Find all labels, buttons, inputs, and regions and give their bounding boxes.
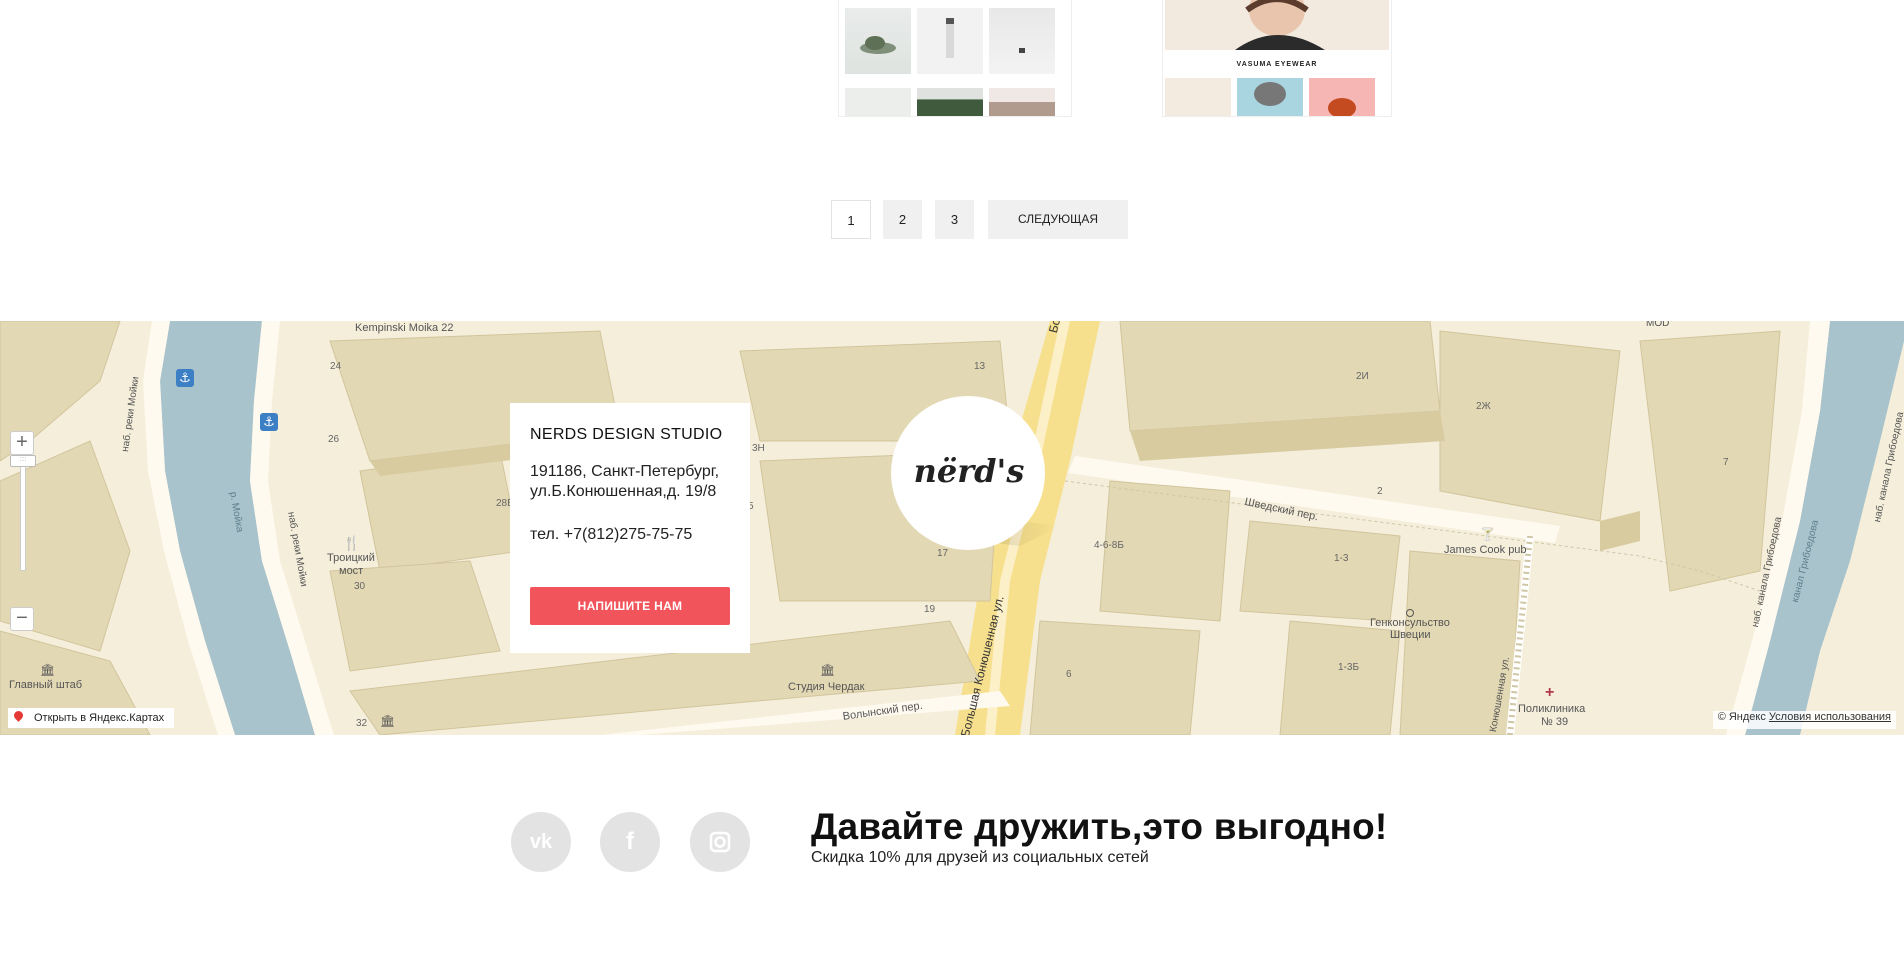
social-promo-subtitle: Скидка 10% для друзей из социальных сете… bbox=[811, 849, 1149, 866]
copyright-text: © Яндекс bbox=[1717, 711, 1766, 723]
model-photo bbox=[1165, 0, 1389, 50]
house-number: 13 bbox=[974, 361, 986, 372]
map-label: Генконсульство bbox=[1370, 617, 1450, 629]
map-label: Поликлиника bbox=[1518, 703, 1586, 715]
portfolio-card-eyewear[interactable]: VASUMA EYEWEAR bbox=[1162, 0, 1392, 117]
map-label: № 39 bbox=[1541, 716, 1569, 728]
portfolio-card-photography[interactable] bbox=[838, 0, 1072, 117]
embassy-icon[interactable] bbox=[1406, 609, 1414, 617]
facebook-button[interactable]: f bbox=[600, 812, 660, 872]
social-promo-title: Давайте дружить,это выгодно! bbox=[811, 806, 1388, 847]
house-number: 26 bbox=[328, 434, 340, 445]
terms-of-use-link[interactable]: Условия использования bbox=[1769, 711, 1891, 723]
map-label: MOD bbox=[1646, 321, 1670, 329]
open-in-yandex-maps-link[interactable]: Открыть в Яндекс.Картах bbox=[8, 708, 175, 728]
house-number: 2И bbox=[1356, 371, 1369, 382]
bar-icon[interactable]: 🍸 bbox=[1480, 527, 1495, 541]
page-3-button[interactable]: 3 bbox=[935, 200, 974, 239]
zoom-slider-handle[interactable]: :::: bbox=[10, 455, 36, 467]
museum-icon[interactable]: 🏛 bbox=[40, 663, 55, 677]
house-number: 2 bbox=[1377, 486, 1383, 497]
gallery-thumb bbox=[989, 8, 1055, 74]
page-1-button[interactable]: 1 bbox=[831, 200, 871, 239]
island-image bbox=[860, 36, 896, 54]
location-map[interactable]: Kempinski Moika 22 MOD наб. реки Мойки н… bbox=[0, 321, 1904, 735]
house-number: 32 bbox=[356, 718, 368, 729]
instagram-icon bbox=[690, 812, 750, 872]
anchor-icon[interactable]: ⚓ bbox=[260, 413, 278, 431]
gallery-thumb bbox=[989, 88, 1055, 116]
gallery-thumb bbox=[1237, 78, 1303, 116]
house-number: 30 bbox=[354, 581, 366, 592]
eyewear-card-title: VASUMA EYEWEAR bbox=[1236, 61, 1318, 68]
facebook-icon: f bbox=[626, 828, 634, 855]
gallery-thumb bbox=[1309, 78, 1375, 116]
map-label: Главный штаб bbox=[9, 679, 83, 691]
map-label: Kempinski Moika 22 bbox=[355, 322, 454, 334]
restaurant-icon[interactable]: 🍴 bbox=[343, 535, 360, 552]
instagram-button[interactable] bbox=[690, 812, 750, 872]
map-label: Студия Чердак bbox=[788, 681, 865, 693]
write-us-button[interactable]: НАПИШИТЕ НАМ bbox=[530, 587, 730, 625]
map-label: Троицкий bbox=[327, 552, 375, 564]
studio-map-marker[interactable]: nërd's bbox=[890, 396, 1060, 576]
nerds-logo: nërd's bbox=[913, 452, 1025, 490]
house-number: 7 bbox=[1723, 457, 1729, 468]
map-label: Швеции bbox=[1390, 629, 1431, 641]
house-number: 3Н bbox=[752, 443, 765, 454]
address-line-2: ул.Б.Конюшенная,д. 19/8 bbox=[530, 483, 717, 500]
gallery-thumb bbox=[1165, 78, 1231, 116]
house-number: 1-3Б bbox=[1338, 662, 1360, 673]
hospital-icon[interactable]: + bbox=[1545, 684, 1554, 702]
page-2-button[interactable]: 2 bbox=[883, 200, 922, 239]
map-label: James Cook pub bbox=[1444, 544, 1527, 556]
gallery-thumb bbox=[917, 8, 983, 74]
house-number: 2Ж bbox=[1476, 401, 1491, 412]
theatre-icon[interactable]: 🏛 bbox=[820, 663, 835, 677]
house-number: 4-6-8Б bbox=[1094, 540, 1124, 551]
house-number: 1-3 bbox=[1334, 553, 1349, 564]
vk-icon: vk bbox=[529, 831, 553, 853]
gallery-thumb bbox=[845, 8, 911, 74]
zoom-slider-track[interactable] bbox=[20, 457, 26, 571]
map-label: мост bbox=[339, 565, 364, 577]
gallery-thumb bbox=[917, 88, 983, 116]
studio-name: NERDS DESIGN STUDIO bbox=[530, 426, 723, 443]
lighthouse-image bbox=[946, 18, 954, 58]
anchor-icon[interactable]: ⚓ bbox=[176, 369, 194, 387]
address-line-1: 191186, Санкт-Петербург, bbox=[530, 463, 720, 480]
zoom-out-button[interactable]: − bbox=[10, 607, 34, 631]
next-page-button[interactable]: СЛЕДУЮЩАЯ bbox=[988, 200, 1128, 239]
house-number: 24 bbox=[330, 361, 342, 372]
museum-icon[interactable]: 🏛 bbox=[380, 714, 395, 728]
gallery-thumb bbox=[845, 88, 911, 116]
open-in-yandex-label: Открыть в Яндекс.Картах bbox=[34, 712, 165, 724]
model-image bbox=[1235, 0, 1325, 50]
house-number: 6 bbox=[1066, 669, 1072, 680]
phone-number: тел. +7(812)275-75-75 bbox=[530, 526, 693, 543]
map-pin-icon bbox=[12, 709, 25, 722]
snow-image bbox=[1019, 48, 1025, 53]
vk-button[interactable]: vk bbox=[511, 812, 571, 872]
zoom-in-button[interactable]: + bbox=[10, 431, 34, 455]
map-copyright: © Яндекс Условия использования bbox=[1712, 711, 1896, 729]
house-number: 19 bbox=[924, 604, 936, 615]
contact-info-card: NERDS DESIGN STUDIO 191186, Санкт-Петерб… bbox=[510, 403, 750, 653]
